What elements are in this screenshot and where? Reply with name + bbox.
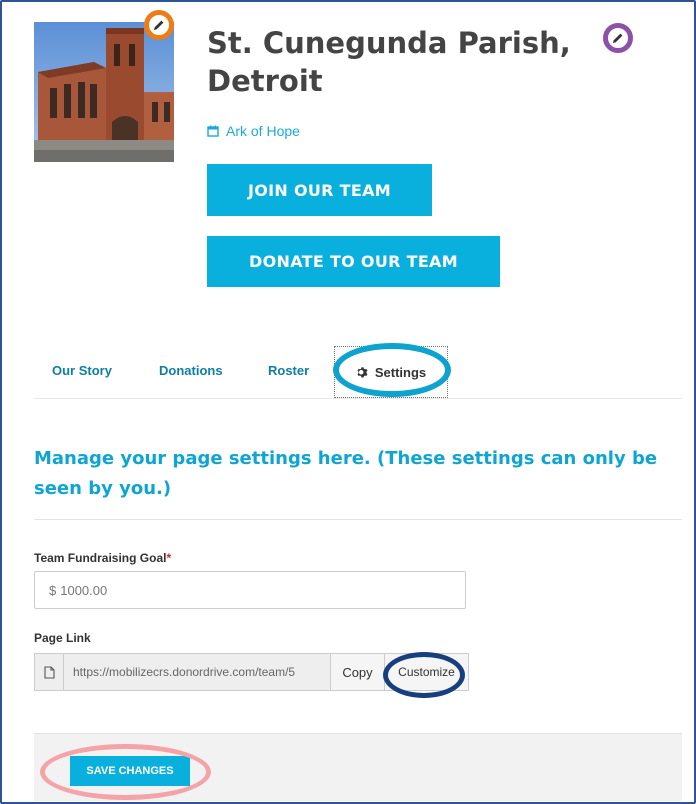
page-link-input[interactable]: https://mobilizecrs.donordrive.com/team/… bbox=[64, 654, 330, 690]
page-link-group: https://mobilizecrs.donordrive.com/team/… bbox=[34, 653, 469, 691]
pencil-icon bbox=[613, 32, 624, 43]
calendar-icon bbox=[207, 125, 219, 137]
tab-settings[interactable]: Settings bbox=[334, 346, 448, 398]
pencil-icon bbox=[154, 19, 165, 30]
page-link-label: Page Link bbox=[34, 631, 91, 645]
currency-symbol: $ bbox=[49, 582, 57, 598]
tab-donations[interactable]: Donations bbox=[159, 363, 223, 378]
customize-link-button[interactable]: Customize bbox=[384, 654, 468, 690]
tab-bar: Our Story Donations Roster Settings bbox=[34, 346, 682, 399]
tab-our-story[interactable]: Our Story bbox=[52, 363, 112, 378]
document-icon bbox=[43, 665, 55, 679]
page-title: St. Cunegunda Parish, Detroit bbox=[207, 26, 571, 98]
photo-edit-button[interactable] bbox=[144, 10, 174, 40]
team-photo bbox=[34, 22, 174, 162]
join-team-button[interactable]: JOIN OUR TEAM bbox=[207, 164, 432, 216]
tab-settings-label: Settings bbox=[374, 364, 427, 380]
event-link[interactable]: Ark of Hope bbox=[207, 123, 300, 139]
church-image bbox=[34, 22, 174, 162]
event-name: Ark of Hope bbox=[226, 123, 300, 139]
required-mark: * bbox=[166, 551, 172, 565]
copy-link-button[interactable]: Copy bbox=[330, 654, 384, 690]
title-edit-button[interactable] bbox=[603, 23, 633, 53]
goal-value: 1000.00 bbox=[60, 582, 108, 598]
gear-icon bbox=[357, 366, 368, 378]
fundraising-goal-input[interactable]: $ 1000.00 bbox=[34, 571, 466, 609]
section-divider bbox=[34, 519, 682, 520]
save-bar: SAVE CHANGES bbox=[34, 733, 682, 801]
donate-team-button[interactable]: DONATE TO OUR TEAM bbox=[207, 236, 500, 287]
goal-label: Team Fundraising Goal* bbox=[34, 551, 171, 565]
team-page: St. Cunegunda Parish, Detroit Ark of Hop… bbox=[14, 0, 682, 801]
tab-roster[interactable]: Roster bbox=[268, 363, 309, 378]
link-addon bbox=[35, 654, 64, 690]
goal-label-text: Team Fundraising Goal bbox=[34, 551, 167, 565]
settings-heading: Manage your page settings here. (These s… bbox=[34, 448, 658, 499]
save-changes-button[interactable]: SAVE CHANGES bbox=[70, 756, 190, 786]
